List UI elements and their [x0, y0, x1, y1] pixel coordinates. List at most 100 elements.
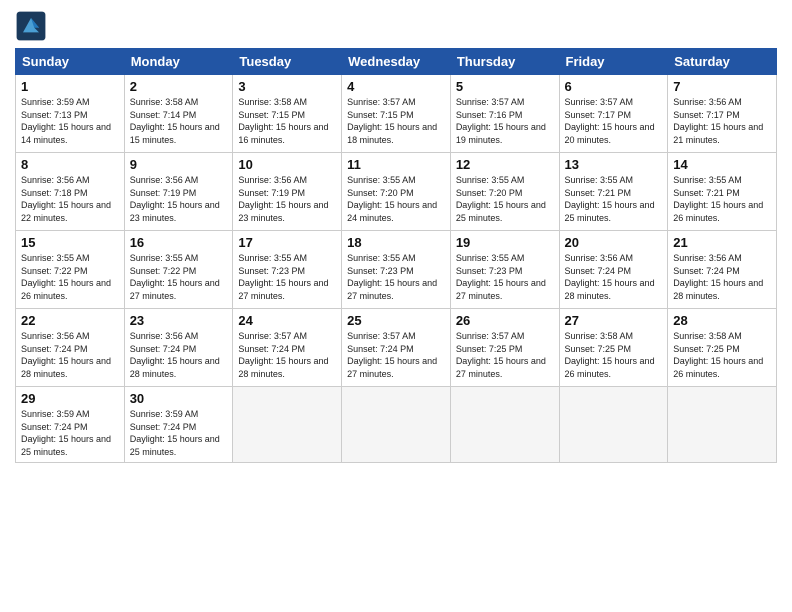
calendar-cell — [233, 387, 342, 463]
weekday-header: Sunday — [16, 49, 125, 75]
day-info: Sunrise: 3:57 AMSunset: 7:25 PMDaylight:… — [456, 331, 546, 379]
day-number: 19 — [456, 235, 554, 250]
calendar-cell: 11 Sunrise: 3:55 AMSunset: 7:20 PMDaylig… — [342, 153, 451, 231]
calendar-cell: 27 Sunrise: 3:58 AMSunset: 7:25 PMDaylig… — [559, 309, 668, 387]
calendar-week-row: 1 Sunrise: 3:59 AMSunset: 7:13 PMDayligh… — [16, 75, 777, 153]
day-number: 12 — [456, 157, 554, 172]
day-number: 3 — [238, 79, 336, 94]
day-info: Sunrise: 3:56 AMSunset: 7:24 PMDaylight:… — [21, 331, 111, 379]
calendar-cell — [342, 387, 451, 463]
calendar-cell: 22 Sunrise: 3:56 AMSunset: 7:24 PMDaylig… — [16, 309, 125, 387]
day-info: Sunrise: 3:55 AMSunset: 7:23 PMDaylight:… — [347, 253, 437, 301]
day-number: 23 — [130, 313, 228, 328]
day-info: Sunrise: 3:58 AMSunset: 7:14 PMDaylight:… — [130, 97, 220, 145]
calendar-cell: 4 Sunrise: 3:57 AMSunset: 7:15 PMDayligh… — [342, 75, 451, 153]
day-number: 16 — [130, 235, 228, 250]
day-number: 1 — [21, 79, 119, 94]
day-info: Sunrise: 3:59 AMSunset: 7:24 PMDaylight:… — [21, 409, 111, 457]
day-info: Sunrise: 3:55 AMSunset: 7:23 PMDaylight:… — [456, 253, 546, 301]
weekday-header: Thursday — [450, 49, 559, 75]
day-number: 29 — [21, 391, 119, 406]
day-info: Sunrise: 3:58 AMSunset: 7:25 PMDaylight:… — [673, 331, 763, 379]
day-info: Sunrise: 3:59 AMSunset: 7:24 PMDaylight:… — [130, 409, 220, 457]
calendar-cell: 30 Sunrise: 3:59 AMSunset: 7:24 PMDaylig… — [124, 387, 233, 463]
day-info: Sunrise: 3:55 AMSunset: 7:21 PMDaylight:… — [565, 175, 655, 223]
weekday-header: Monday — [124, 49, 233, 75]
day-info: Sunrise: 3:56 AMSunset: 7:24 PMDaylight:… — [565, 253, 655, 301]
day-number: 11 — [347, 157, 445, 172]
calendar-cell: 24 Sunrise: 3:57 AMSunset: 7:24 PMDaylig… — [233, 309, 342, 387]
calendar-cell: 26 Sunrise: 3:57 AMSunset: 7:25 PMDaylig… — [450, 309, 559, 387]
calendar-cell: 8 Sunrise: 3:56 AMSunset: 7:18 PMDayligh… — [16, 153, 125, 231]
day-number: 6 — [565, 79, 663, 94]
day-info: Sunrise: 3:56 AMSunset: 7:19 PMDaylight:… — [130, 175, 220, 223]
day-info: Sunrise: 3:57 AMSunset: 7:24 PMDaylight:… — [347, 331, 437, 379]
calendar-cell — [450, 387, 559, 463]
day-info: Sunrise: 3:56 AMSunset: 7:24 PMDaylight:… — [130, 331, 220, 379]
calendar-week-row: 15 Sunrise: 3:55 AMSunset: 7:22 PMDaylig… — [16, 231, 777, 309]
calendar-cell: 20 Sunrise: 3:56 AMSunset: 7:24 PMDaylig… — [559, 231, 668, 309]
weekday-header: Tuesday — [233, 49, 342, 75]
calendar-week-row: 8 Sunrise: 3:56 AMSunset: 7:18 PMDayligh… — [16, 153, 777, 231]
weekday-header-row: SundayMondayTuesdayWednesdayThursdayFrid… — [16, 49, 777, 75]
day-number: 15 — [21, 235, 119, 250]
calendar-cell: 16 Sunrise: 3:55 AMSunset: 7:22 PMDaylig… — [124, 231, 233, 309]
calendar-cell: 12 Sunrise: 3:55 AMSunset: 7:20 PMDaylig… — [450, 153, 559, 231]
calendar-cell: 18 Sunrise: 3:55 AMSunset: 7:23 PMDaylig… — [342, 231, 451, 309]
calendar-cell: 3 Sunrise: 3:58 AMSunset: 7:15 PMDayligh… — [233, 75, 342, 153]
day-info: Sunrise: 3:55 AMSunset: 7:21 PMDaylight:… — [673, 175, 763, 223]
calendar-cell: 29 Sunrise: 3:59 AMSunset: 7:24 PMDaylig… — [16, 387, 125, 463]
calendar-cell: 19 Sunrise: 3:55 AMSunset: 7:23 PMDaylig… — [450, 231, 559, 309]
day-number: 27 — [565, 313, 663, 328]
day-info: Sunrise: 3:57 AMSunset: 7:15 PMDaylight:… — [347, 97, 437, 145]
logo-icon — [15, 10, 47, 42]
day-info: Sunrise: 3:58 AMSunset: 7:25 PMDaylight:… — [565, 331, 655, 379]
day-number: 8 — [21, 157, 119, 172]
page: SundayMondayTuesdayWednesdayThursdayFrid… — [0, 0, 792, 612]
calendar-cell: 9 Sunrise: 3:56 AMSunset: 7:19 PMDayligh… — [124, 153, 233, 231]
calendar-cell: 5 Sunrise: 3:57 AMSunset: 7:16 PMDayligh… — [450, 75, 559, 153]
day-number: 4 — [347, 79, 445, 94]
day-info: Sunrise: 3:57 AMSunset: 7:16 PMDaylight:… — [456, 97, 546, 145]
day-info: Sunrise: 3:59 AMSunset: 7:13 PMDaylight:… — [21, 97, 111, 145]
day-number: 10 — [238, 157, 336, 172]
day-number: 22 — [21, 313, 119, 328]
calendar-cell: 1 Sunrise: 3:59 AMSunset: 7:13 PMDayligh… — [16, 75, 125, 153]
day-info: Sunrise: 3:57 AMSunset: 7:24 PMDaylight:… — [238, 331, 328, 379]
calendar-cell: 2 Sunrise: 3:58 AMSunset: 7:14 PMDayligh… — [124, 75, 233, 153]
day-number: 14 — [673, 157, 771, 172]
day-number: 18 — [347, 235, 445, 250]
day-info: Sunrise: 3:55 AMSunset: 7:20 PMDaylight:… — [456, 175, 546, 223]
day-number: 7 — [673, 79, 771, 94]
day-info: Sunrise: 3:55 AMSunset: 7:22 PMDaylight:… — [21, 253, 111, 301]
day-info: Sunrise: 3:55 AMSunset: 7:23 PMDaylight:… — [238, 253, 328, 301]
day-number: 25 — [347, 313, 445, 328]
calendar-cell: 23 Sunrise: 3:56 AMSunset: 7:24 PMDaylig… — [124, 309, 233, 387]
logo — [15, 10, 51, 42]
header — [15, 10, 777, 42]
day-number: 24 — [238, 313, 336, 328]
day-number: 30 — [130, 391, 228, 406]
weekday-header: Saturday — [668, 49, 777, 75]
day-number: 28 — [673, 313, 771, 328]
calendar-cell: 21 Sunrise: 3:56 AMSunset: 7:24 PMDaylig… — [668, 231, 777, 309]
day-info: Sunrise: 3:58 AMSunset: 7:15 PMDaylight:… — [238, 97, 328, 145]
day-info: Sunrise: 3:56 AMSunset: 7:24 PMDaylight:… — [673, 253, 763, 301]
day-info: Sunrise: 3:55 AMSunset: 7:22 PMDaylight:… — [130, 253, 220, 301]
day-info: Sunrise: 3:56 AMSunset: 7:19 PMDaylight:… — [238, 175, 328, 223]
calendar-cell: 13 Sunrise: 3:55 AMSunset: 7:21 PMDaylig… — [559, 153, 668, 231]
calendar-week-row: 29 Sunrise: 3:59 AMSunset: 7:24 PMDaylig… — [16, 387, 777, 463]
calendar-cell — [668, 387, 777, 463]
day-info: Sunrise: 3:57 AMSunset: 7:17 PMDaylight:… — [565, 97, 655, 145]
calendar-cell: 28 Sunrise: 3:58 AMSunset: 7:25 PMDaylig… — [668, 309, 777, 387]
day-number: 5 — [456, 79, 554, 94]
day-number: 21 — [673, 235, 771, 250]
calendar-week-row: 22 Sunrise: 3:56 AMSunset: 7:24 PMDaylig… — [16, 309, 777, 387]
day-number: 13 — [565, 157, 663, 172]
calendar-cell: 6 Sunrise: 3:57 AMSunset: 7:17 PMDayligh… — [559, 75, 668, 153]
day-info: Sunrise: 3:56 AMSunset: 7:17 PMDaylight:… — [673, 97, 763, 145]
day-info: Sunrise: 3:55 AMSunset: 7:20 PMDaylight:… — [347, 175, 437, 223]
day-number: 9 — [130, 157, 228, 172]
calendar-cell: 10 Sunrise: 3:56 AMSunset: 7:19 PMDaylig… — [233, 153, 342, 231]
calendar-cell: 25 Sunrise: 3:57 AMSunset: 7:24 PMDaylig… — [342, 309, 451, 387]
